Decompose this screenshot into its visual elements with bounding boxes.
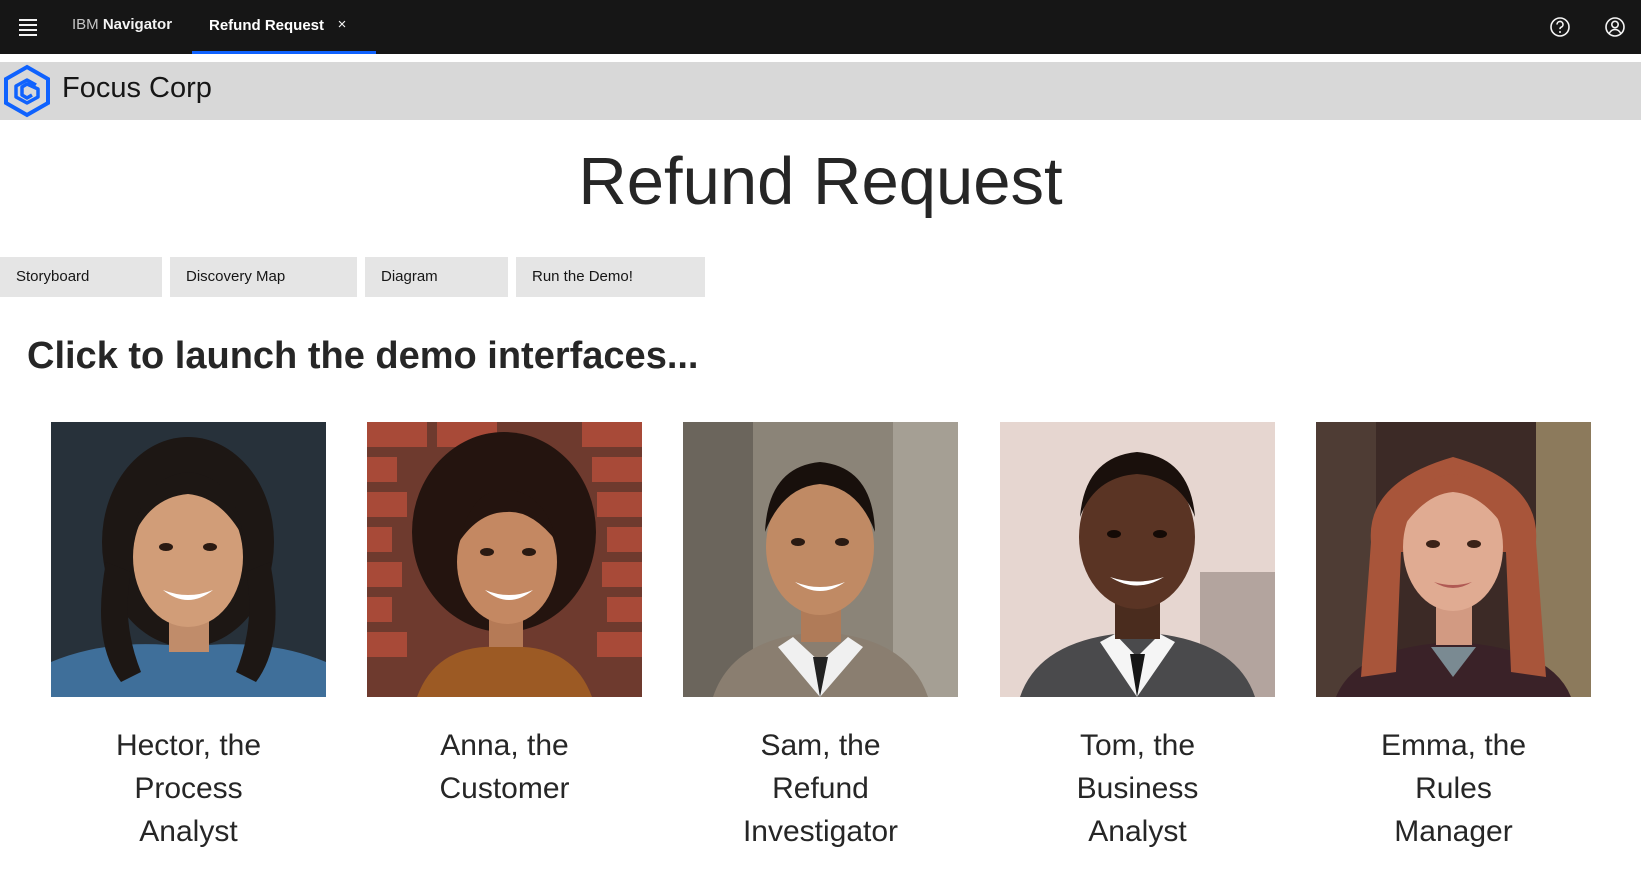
diagram-button[interactable]: Diagram: [365, 257, 508, 297]
brand-name: Navigator: [102, 16, 173, 33]
close-icon[interactable]: ×: [332, 15, 352, 35]
tab-label: Refund Request: [209, 17, 325, 34]
menu-icon[interactable]: [10, 9, 46, 45]
persona-caption-tom[interactable]: Tom, the Business Analyst: [1000, 724, 1275, 853]
persona-caption-line: Anna, the: [440, 729, 569, 762]
company-banner: Focus Corp: [0, 62, 1641, 120]
persona-photo-sam[interactable]: [683, 422, 958, 697]
tab-refund-request[interactable]: Refund Request ×: [192, 0, 376, 54]
persona-caption-line: Customer: [439, 772, 570, 805]
persona-caption-emma[interactable]: Emma, the Rules Manager: [1316, 724, 1591, 853]
storyboard-button[interactable]: Storyboard: [0, 257, 162, 297]
persona-card-emma[interactable]: Emma, the Rules Manager: [1316, 422, 1591, 853]
persona-caption-line: Analyst: [1088, 815, 1187, 848]
persona-caption-line: Refund: [772, 772, 869, 805]
help-icon[interactable]: [1545, 12, 1575, 42]
persona-card-tom[interactable]: Tom, the Business Analyst: [1000, 422, 1275, 853]
persona-caption-line: Rules: [1415, 772, 1492, 805]
section-heading: Click to launch the demo interfaces...: [27, 335, 699, 377]
run-demo-button[interactable]: Run the Demo!: [516, 257, 705, 297]
product-name[interactable]: IBM Navigator: [72, 16, 172, 33]
persona-caption-anna[interactable]: Anna, the Customer: [367, 724, 642, 810]
persona-caption-line: Emma, the: [1380, 729, 1527, 762]
persona-caption-line: Process: [134, 772, 243, 805]
user-avatar-icon[interactable]: [1600, 12, 1630, 42]
top-shell-bar: IBM Navigator Refund Request ×: [0, 0, 1641, 54]
persona-photo-tom[interactable]: [1000, 422, 1275, 697]
persona-photo-emma[interactable]: [1316, 422, 1591, 697]
persona-caption-line: Manager: [1394, 815, 1513, 848]
discovery-map-button[interactable]: Discovery Map: [170, 257, 357, 297]
persona-card-anna[interactable]: Anna, the Customer: [367, 422, 642, 810]
brand-prefix: IBM: [72, 16, 99, 33]
page-title: Refund Request: [578, 144, 1063, 219]
persona-card-sam[interactable]: Sam, the Refund Investigator: [683, 422, 958, 853]
persona-caption-line: Tom, the: [1079, 729, 1196, 762]
persona-caption-sam[interactable]: Sam, the Refund Investigator: [683, 724, 958, 853]
persona-caption-line: Analyst: [139, 815, 238, 848]
focus-corp-logo: [0, 64, 54, 118]
persona-caption-line: Business: [1076, 772, 1199, 805]
persona-card-hector[interactable]: Hector, the Process Analyst: [51, 422, 326, 853]
persona-caption-line: Hector, the: [115, 729, 262, 762]
persona-photo-anna[interactable]: [367, 422, 642, 697]
persona-caption-line: Investigator: [742, 815, 899, 848]
persona-caption-line: Sam, the: [760, 729, 881, 762]
persona-caption-hector[interactable]: Hector, the Process Analyst: [51, 724, 326, 853]
company-name: Focus Corp: [62, 72, 212, 104]
persona-photo-hector[interactable]: [51, 422, 326, 697]
active-tab-indicator: [192, 51, 376, 54]
